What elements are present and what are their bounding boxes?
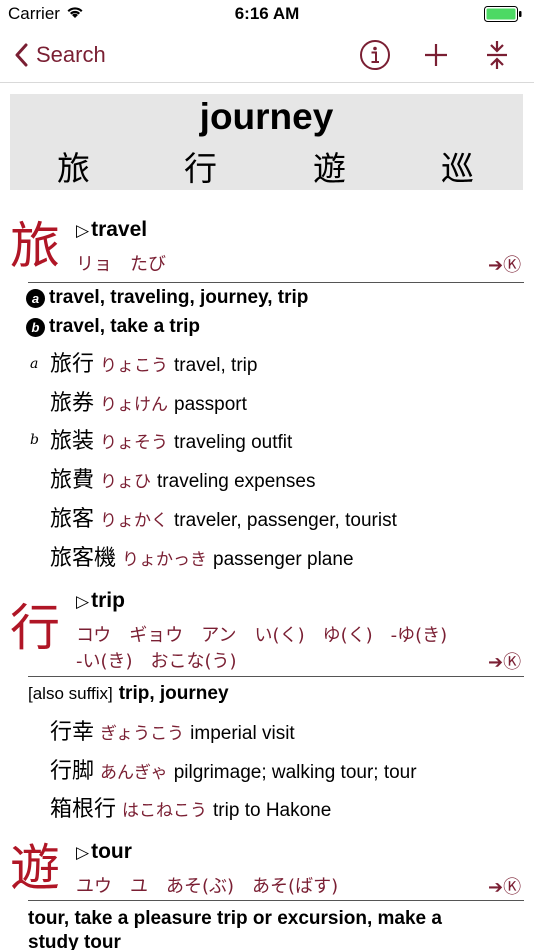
kanji-reference-link[interactable]: ➔Ⓚ [488, 873, 521, 899]
header-kanji[interactable]: 行 [184, 142, 217, 190]
search-term-header: journey 旅 行 遊 巡 [10, 94, 523, 190]
compound-row[interactable]: 行幸 ぎょうこう imperial visit [50, 714, 295, 746]
triangle-icon: ▷ [76, 843, 90, 862]
compound-row[interactable]: 行脚 あんぎゃ pilgrimage; walking tour; tour [50, 753, 417, 785]
compound-row[interactable]: 旅客機 りょかっき passenger plane [50, 540, 354, 572]
triangle-icon: ▷ [76, 592, 90, 611]
divider [28, 900, 524, 901]
entry-kanji: 旅 [10, 217, 60, 275]
clock: 6:16 AM [234, 4, 300, 23]
compound-row[interactable]: 旅装 りょそう traveling outfit [50, 423, 292, 455]
divider [28, 282, 524, 283]
back-label: Search [36, 42, 106, 67]
entry-reading: コウ ギョウ アン い(く) ゆ(く) -ゆ(き) [76, 625, 448, 646]
entry-meaning: ▷tour [76, 840, 132, 863]
entry-meaning: ▷travel [76, 218, 148, 241]
compound-row[interactable]: 旅行 りょこう travel, trip [50, 346, 257, 378]
headword: journey [199, 96, 334, 137]
compound-row[interactable]: 旅費 りょひ traveling expenses [50, 462, 315, 494]
chevron-left-icon [15, 43, 28, 67]
header-kanji[interactable]: 旅 [57, 142, 90, 190]
entry-kanji: 行 [10, 599, 60, 657]
status-bar: Carrier 6:16 AM [0, 0, 534, 28]
triangle-icon: ▷ [76, 221, 90, 240]
definition: tour, take a pleasure trip or excursion,… [28, 908, 442, 929]
collapse-icon[interactable] [480, 38, 514, 72]
entry-reading: リョ たび [76, 254, 166, 275]
sense-badge: a [26, 288, 45, 308]
battery-icon [484, 6, 522, 22]
compound-row[interactable]: 箱根行 はこねこう trip to Hakone [50, 791, 331, 823]
sense-marker: a [30, 356, 39, 372]
sense-marker: b [30, 432, 39, 448]
info-icon[interactable] [358, 38, 392, 72]
kanji-reference-link[interactable]: ➔Ⓚ [488, 251, 521, 277]
entry-meaning: ▷trip [76, 589, 125, 612]
header-kanji[interactable]: 巡 [441, 142, 474, 190]
add-icon[interactable] [419, 38, 453, 72]
entry-kanji: 遊 [10, 839, 60, 897]
header-kanji[interactable]: 遊 [313, 142, 346, 190]
divider [28, 676, 524, 677]
usage-tag: [also suffix] [28, 684, 113, 703]
entry-reading: ユウ ユ あそ(ぶ) あそ(ばす) [76, 876, 339, 897]
entry-reading: -い(き) おこな(う) [76, 651, 237, 672]
definition: study tour [28, 932, 121, 950]
definition: a travel, traveling, journey, trip [26, 287, 308, 309]
kanji-reference-link[interactable]: ➔Ⓚ [488, 648, 521, 674]
back-button[interactable]: Search [14, 38, 106, 72]
sense-badge: b [26, 317, 45, 337]
navigation-bar: Search [0, 28, 534, 83]
compound-row[interactable]: 旅券 りょけん passport [50, 385, 247, 417]
compound-row[interactable]: 旅客 りょかく traveler, passenger, tourist [50, 501, 397, 533]
definition: [also suffix] trip, journey [28, 683, 229, 704]
definition: b travel, take a trip [26, 316, 200, 338]
